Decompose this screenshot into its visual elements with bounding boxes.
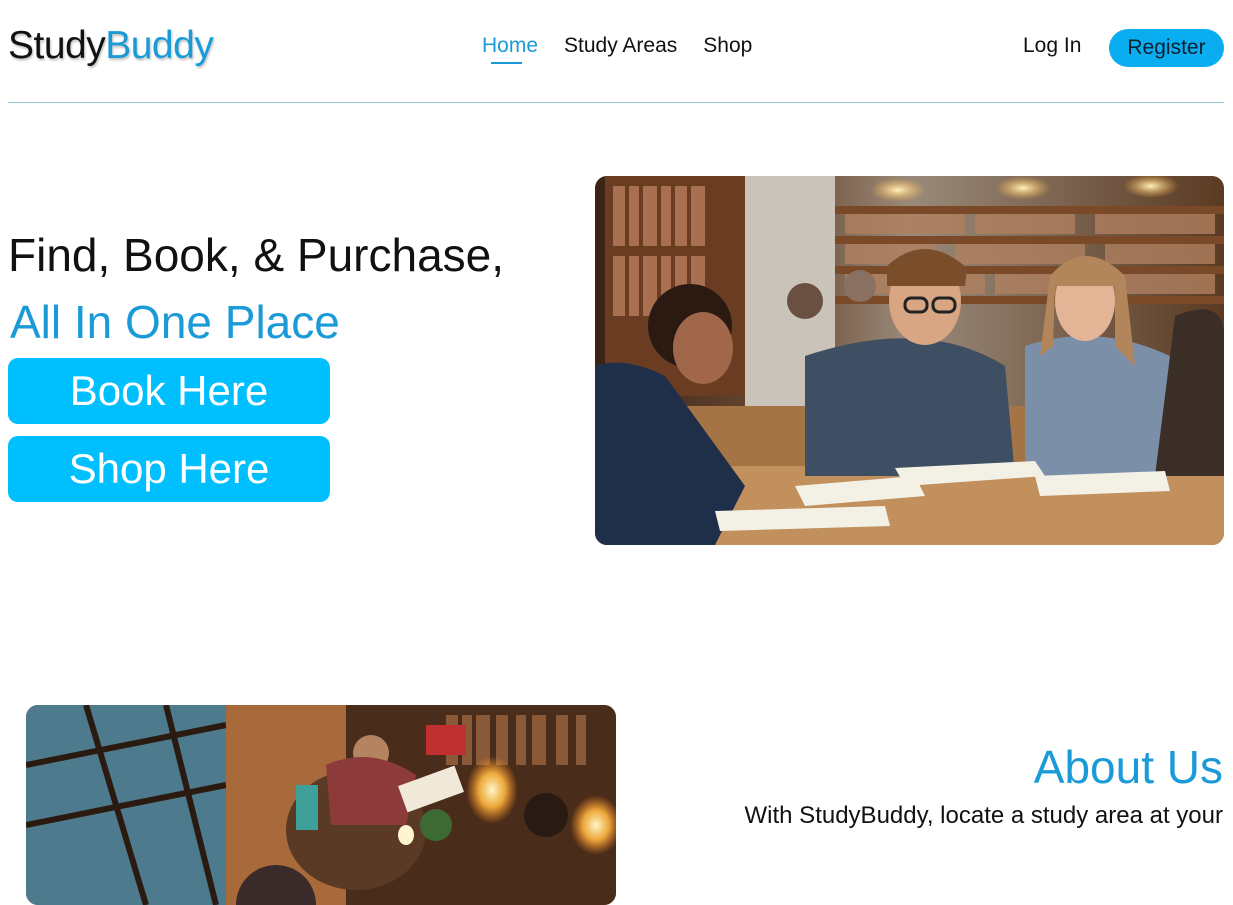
logo-part-buddy: Buddy [105, 24, 214, 67]
top-navbar: StudyBuddy Home Study Areas Shop Log In … [8, 0, 1224, 103]
nav-links: Home Study Areas Shop [482, 34, 752, 64]
shop-here-button[interactable]: Shop Here [8, 436, 330, 502]
about-us-heading: About Us [1033, 741, 1223, 793]
logo-part-study: Study [8, 24, 106, 67]
hero-headline: Find, Book, & Purchase, [8, 229, 505, 281]
nav-home[interactable]: Home [482, 34, 538, 64]
register-button[interactable]: Register [1109, 29, 1224, 67]
about-us-text: With StudyBuddy, locate a study area at … [744, 802, 1223, 829]
login-link[interactable]: Log In [1023, 34, 1081, 58]
nav-study-areas[interactable]: Study Areas [564, 34, 677, 58]
nav-shop[interactable]: Shop [703, 34, 752, 58]
book-here-button[interactable]: Book Here [8, 358, 330, 424]
logo[interactable]: StudyBuddy [8, 24, 214, 68]
hero-students-library-image [595, 176, 1224, 545]
hero-subheadline: All In One Place [10, 296, 340, 348]
about-students-overhead-image [26, 705, 616, 905]
